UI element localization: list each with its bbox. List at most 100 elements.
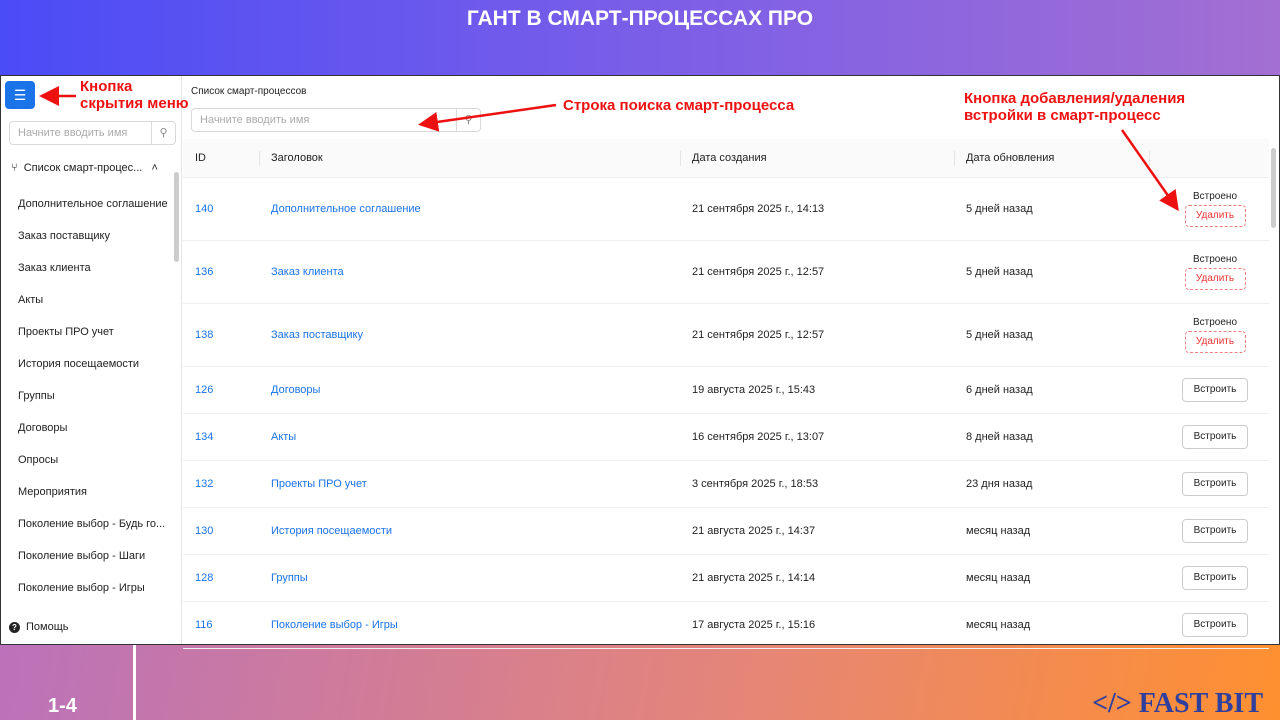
embed-button[interactable]: Встроить (1182, 378, 1248, 402)
sidebar: ☰ Начните вводить имя ⚲ ⑂ Список смарт-пр… (1, 76, 182, 644)
embed-button[interactable]: Встроить (1182, 613, 1248, 637)
annotation-embed: Кнопка добавления/удаления встройки в см… (964, 90, 1186, 124)
table-row: 116 Поколение выбор - Игры 17 августа 2025… (183, 602, 1269, 649)
row-created: 16 сентября 2025 г., 13:07 (692, 431, 825, 443)
embedded-status: Встроено (1192, 191, 1238, 202)
row-title-link[interactable]: Заказ поставщику (271, 304, 363, 366)
sidebar-item[interactable]: Опросы (1, 444, 171, 476)
sidebar-item[interactable]: Заказ поставщику (1, 220, 171, 252)
embed-button[interactable]: Встроить (1182, 425, 1248, 449)
menu-toggle-button[interactable]: ☰ (5, 81, 35, 109)
search-placeholder: Начните вводить имя (200, 114, 310, 126)
row-id-link[interactable]: 116 (195, 602, 213, 648)
table-row: 126 Договоры 19 августа 2025 г., 15:43 6 дн… (183, 367, 1269, 414)
table-header: ID Заголовок Дата создания Дата обновлен… (183, 139, 1269, 178)
sidebar-item[interactable]: Проекты ПРО учет (1, 316, 171, 348)
col-created[interactable]: Дата создания (680, 139, 767, 177)
row-title-link[interactable]: Договоры (271, 367, 320, 413)
search-placeholder: Начните вводить имя (18, 127, 128, 139)
row-created: 21 августа 2025 г., 14:14 (692, 572, 816, 584)
row-id-link[interactable]: 128 (195, 555, 213, 601)
table-row: 128 Группы 21 августа 2025 г., 14:14 месяц … (183, 555, 1269, 602)
delete-embed-button[interactable]: Удалить (1184, 331, 1246, 353)
row-id-link[interactable]: 132 (195, 461, 213, 507)
row-created: 21 сентября 2025 г., 14:13 (692, 203, 825, 215)
row-updated: 6 дней назад (966, 384, 1033, 396)
row-updated: 5 дней назад (966, 266, 1033, 278)
sidebar-scrollbar[interactable] (173, 164, 180, 604)
table-body: 140 Дополнительное соглашение 21 сентября … (183, 178, 1269, 649)
row-title-link[interactable]: Проекты ПРО учет (271, 461, 367, 507)
sidebar-search-input[interactable]: Начните вводить имя ⚲ (9, 121, 176, 145)
col-title[interactable]: Заголовок (259, 139, 323, 177)
page-number: 1-4 (48, 695, 77, 717)
search-icon[interactable]: ⚲ (151, 122, 175, 144)
row-action: Встроить (1161, 508, 1269, 554)
row-title-link[interactable]: История посещаемости (271, 508, 392, 554)
sidebar-item[interactable]: Мероприятия (1, 476, 171, 508)
row-action: Встроено Удалить (1161, 304, 1269, 366)
slide-header: ГАНТ В СМАРТ-ПРОЦЕССАХ ПРО (0, 0, 1280, 75)
row-id-link[interactable]: 138 (195, 304, 213, 366)
row-action: Встроить (1161, 461, 1269, 507)
sidebar-item[interactable]: Договоры (1, 412, 171, 444)
row-id-link[interactable]: 130 (195, 508, 213, 554)
row-title-link[interactable]: Дополнительное соглашение (271, 178, 421, 240)
annotation-menu: Кнопка скрытия меню (80, 78, 189, 112)
chevron-up-icon: ˄ (151, 162, 158, 174)
col-action (1149, 139, 1269, 177)
row-action: Встроить (1161, 555, 1269, 601)
sidebar-item[interactable]: Дополнительное соглашение (1, 188, 171, 220)
help-link[interactable]: ? Помощь (9, 621, 69, 633)
delete-embed-button[interactable]: Удалить (1184, 268, 1246, 290)
smart-process-search-input[interactable]: Начните вводить имя ⚲ (191, 108, 481, 132)
row-id-link[interactable]: 134 (195, 414, 213, 460)
embedded-status: Встроено (1192, 254, 1238, 265)
help-label: Помощь (26, 621, 69, 633)
embed-button[interactable]: Встроить (1182, 519, 1248, 543)
sidebar-group-smart-processes[interactable]: ⑂ Список смарт-процес... ˄ (11, 162, 158, 174)
table-scrollbar[interactable] (1270, 142, 1277, 642)
embed-button[interactable]: Встроить (1182, 472, 1248, 496)
branch-icon: ⑂ (11, 162, 18, 174)
row-updated: месяц назад (966, 572, 1031, 584)
fastbit-logo: </> FAST BIT (1092, 688, 1263, 719)
sidebar-item[interactable]: Заказ клиента (1, 252, 171, 284)
app-window: ☰ Начните вводить имя ⚲ ⑂ Список смарт-пр… (0, 75, 1280, 649)
embedded-status: Встроено (1192, 317, 1238, 328)
table-row: 134 Акты 16 сентября 2025 г., 13:07 8 дней … (183, 414, 1269, 461)
sidebar-item[interactable]: Поколение выбор - Будь го... (1, 508, 171, 540)
sidebar-item[interactable]: История посещаемости (1, 348, 171, 380)
row-action: Встроить (1161, 367, 1269, 413)
row-title-link[interactable]: Поколение выбор - Игры (271, 602, 398, 648)
col-updated[interactable]: Дата обновления (953, 139, 1054, 177)
row-title-link[interactable]: Акты (271, 414, 296, 460)
row-created: 21 сентября 2025 г., 12:57 (692, 266, 825, 278)
row-title-link[interactable]: Группы (271, 555, 308, 601)
sidebar-item[interactable]: Акты (1, 284, 171, 316)
row-created: 21 августа 2025 г., 14:37 (692, 525, 816, 537)
table-row: 136 Заказ клиента 21 сентября 2025 г., 12:… (183, 241, 1269, 304)
sidebar-item[interactable]: Поколение выбор - Игры (1, 572, 171, 604)
row-updated: месяц назад (966, 525, 1031, 537)
table-row: 130 История посещаемости 21 августа 2025 г… (183, 508, 1269, 555)
sidebar-item[interactable]: Поколение выбор - Шаги (1, 540, 171, 572)
row-id-link[interactable]: 136 (195, 241, 213, 303)
row-updated: 23 дня назад (966, 478, 1033, 490)
row-title-link[interactable]: Заказ клиента (271, 241, 344, 303)
col-id[interactable]: ID (195, 139, 206, 177)
row-updated: 5 дней назад (966, 203, 1033, 215)
footer-divider (133, 645, 136, 720)
embed-button[interactable]: Встроить (1182, 566, 1248, 590)
row-updated: месяц назад (966, 619, 1031, 631)
search-icon[interactable]: ⚲ (456, 109, 480, 131)
row-created: 17 августа 2025 г., 15:16 (692, 619, 816, 631)
group-label: Список смарт-процес... (23, 162, 143, 174)
row-action: Встроено Удалить (1161, 178, 1269, 240)
sidebar-item[interactable]: Группы (1, 380, 171, 412)
row-id-link[interactable]: 126 (195, 367, 213, 413)
menu-fold-icon: ☰ (13, 87, 27, 103)
row-id-link[interactable]: 140 (195, 178, 213, 240)
delete-embed-button[interactable]: Удалить (1184, 205, 1246, 227)
table-row: 140 Дополнительное соглашение 21 сентября … (183, 178, 1269, 241)
